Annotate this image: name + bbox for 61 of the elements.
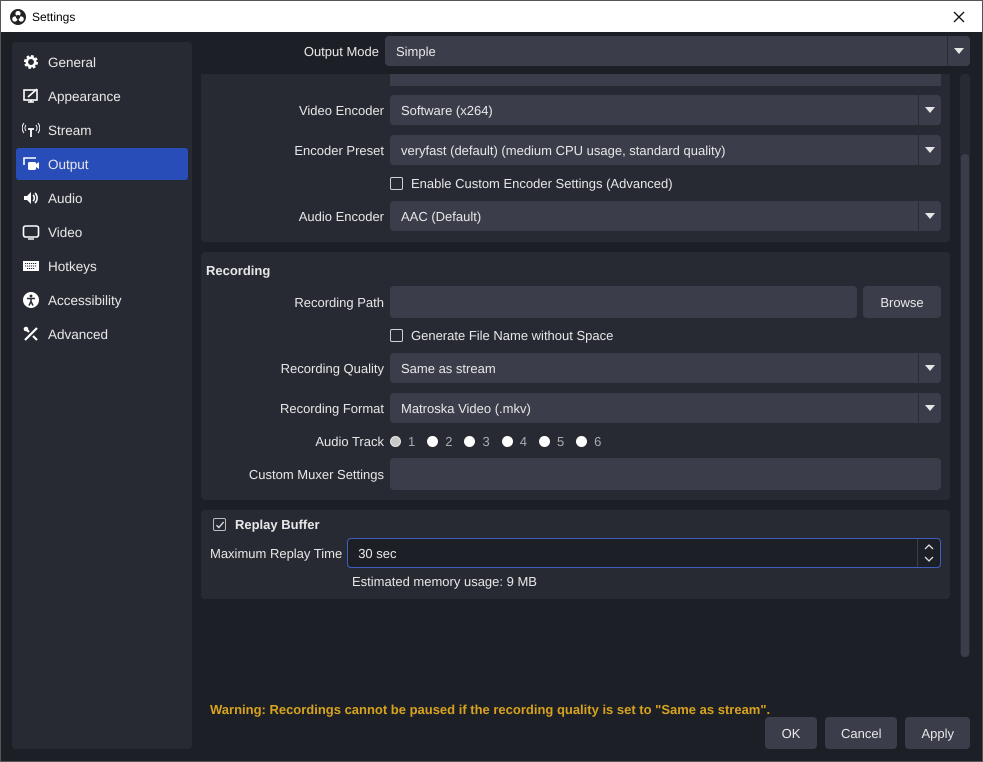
radio-button[interactable]: [502, 436, 513, 446]
dropdown[interactable]: Same as stream: [390, 353, 941, 383]
group-title: Recording: [206, 262, 272, 278]
field-label: Recording Quality: [280, 360, 384, 376]
checkbox[interactable]: [390, 328, 403, 342]
accessibility-icon: [22, 291, 40, 309]
track-number: 3: [482, 434, 490, 448]
track-number: 1: [408, 434, 416, 448]
field-label: Custom Muxer Settings: [248, 466, 384, 482]
sidebar-item[interactable]: Stream: [16, 114, 188, 146]
dropdown[interactable]: Matroska Video (.mkv): [390, 393, 941, 423]
group-title: Replay Buffer: [235, 517, 320, 532]
dialog-button[interactable]: OK: [765, 717, 817, 749]
appearance-icon: [22, 87, 40, 105]
sidebar-item[interactable]: Advanced: [16, 318, 188, 350]
field-label: Audio Track: [314, 434, 384, 448]
sidebar-item[interactable]: Accessibility: [16, 284, 188, 316]
sidebar-item[interactable]: Video: [16, 216, 188, 248]
sidebar-item[interactable]: Appearance: [16, 80, 188, 112]
checkbox-label: Enable Custom Encoder Settings (Advanced): [411, 176, 673, 190]
dropdown[interactable]: veryfast (default) (medium CPU usage, standard quality): [390, 135, 941, 165]
app-logo-icon: [10, 8, 26, 24]
track-number: 5: [556, 434, 564, 448]
monitor-icon: [22, 223, 40, 241]
dropdown[interactable]: Simple: [385, 36, 970, 66]
spin-box[interactable]: 30 sec: [347, 538, 941, 568]
field-label: Recording Path: [293, 294, 384, 310]
antenna-icon: [22, 121, 40, 139]
sidebar-item[interactable]: Output: [16, 148, 188, 180]
settings-icon: [22, 53, 40, 71]
track-number: 6: [594, 434, 602, 448]
checkbox-label: Generate File Name without Space: [411, 328, 614, 342]
dialog-button[interactable]: Apply: [905, 717, 970, 749]
dropdown[interactable]: Software (x264): [390, 95, 941, 125]
field-label: Encoder Preset: [293, 142, 384, 158]
browse-button[interactable]: Browse: [863, 286, 941, 318]
warning-text: Warning: Recordings cannot be paused if the recording quality is set to "Same as stream".: [209, 701, 772, 717]
radio-button[interactable]: [464, 436, 476, 446]
dialog-button[interactable]: Cancel: [825, 717, 898, 749]
scrollbar[interactable]: [960, 74, 970, 657]
radio-button[interactable]: [427, 436, 438, 446]
field-label: Recording Format: [278, 400, 384, 416]
memory-usage-text: Estimated memory usage: 9 MB: [351, 574, 538, 589]
sidebar-item[interactable]: General: [16, 46, 188, 78]
field-label: Video Encoder: [298, 102, 384, 118]
dropdown[interactable]: AAC (Default): [390, 201, 941, 231]
radio-button[interactable]: [390, 436, 401, 446]
radio-button[interactable]: [538, 436, 550, 446]
window-title: Settings: [32, 10, 76, 24]
field-label: Maximum Replay Time: [210, 546, 342, 560]
tools-icon: [22, 325, 40, 343]
track-number: 2: [445, 434, 452, 448]
field-label: Audio Encoder: [298, 208, 384, 224]
checkbox[interactable]: [213, 518, 226, 531]
radio-button[interactable]: [576, 436, 588, 446]
field-label: Output Mode: [302, 44, 379, 58]
sidebar-item[interactable]: Audio: [16, 182, 188, 214]
track-number: 4: [520, 434, 527, 448]
sidebar-item[interactable]: Hotkeys: [16, 250, 188, 282]
checkbox[interactable]: [390, 176, 403, 190]
output-icon: [22, 155, 40, 173]
